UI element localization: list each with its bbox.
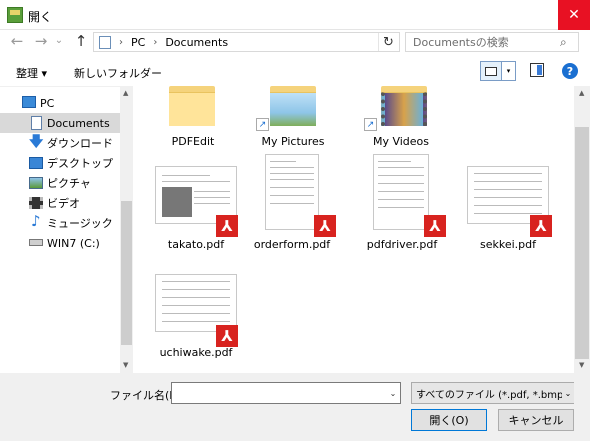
video-icon — [29, 197, 43, 209]
chevron-down-icon[interactable]: ⌄ — [386, 383, 400, 403]
breadcrumb-pc[interactable]: PC — [131, 36, 145, 49]
filetype-select[interactable]: すべてのファイル (*.pdf, *.bmp, *.jp — [411, 382, 574, 404]
scroll-up-icon[interactable]: ▲ — [123, 89, 128, 97]
breadcrumb-documents[interactable]: Documents — [165, 36, 228, 49]
folder-icon — [270, 86, 316, 126]
nav-item-label: Documents — [47, 116, 110, 130]
view-button[interactable] — [480, 61, 502, 81]
search-input[interactable]: Documentsの検索 ⌕ — [405, 32, 579, 52]
search-placeholder: Documentsの検索 — [413, 36, 509, 49]
nav-item-downloads[interactable]: 🡇 ダウンロード — [0, 133, 120, 153]
nav-item-label: WIN7 (C:) — [47, 236, 100, 250]
item-label: My Pictures — [261, 135, 325, 148]
music-note-icon: ♪ — [31, 212, 41, 230]
folder-icon — [381, 86, 427, 126]
pdf-icon: ⅄ — [424, 215, 446, 237]
refresh-button[interactable]: ↻ — [378, 33, 398, 51]
item-label: sekkei.pdf — [479, 238, 536, 251]
desktop-icon — [29, 157, 43, 169]
chevron-right-icon: › — [153, 36, 158, 48]
navigation-pane: PC Documents 🡇 ダウンロード デスクトップ ピクチャ ビデオ ♪ … — [0, 86, 132, 373]
scroll-down-icon[interactable]: ▼ — [579, 361, 584, 369]
pdf-icon: ⅄ — [216, 325, 238, 347]
pdf-icon: ⅄ — [314, 215, 336, 237]
organize-button[interactable]: 整理 ▾ — [16, 65, 47, 81]
forward-button[interactable]: → — [30, 31, 52, 51]
up-button[interactable]: ↑ — [70, 31, 92, 51]
chevron-right-icon: › — [119, 36, 123, 48]
pdf-icon: ⅄ — [216, 215, 238, 237]
drive-icon — [29, 239, 43, 246]
nav-item-drive-c[interactable]: WIN7 (C:) — [0, 233, 120, 253]
nav-item-label: PC — [40, 96, 55, 110]
scroll-down-icon[interactable]: ▼ — [123, 361, 128, 369]
chevron-down-icon[interactable]: ⌄ — [562, 383, 574, 403]
nav-item-pc[interactable]: PC — [0, 93, 120, 113]
nav-item-label: デスクトップ — [47, 157, 113, 170]
download-icon: 🡇 — [29, 134, 44, 150]
nav-item-label: ビデオ — [47, 197, 80, 210]
recent-locations-button[interactable]: ⌄ — [52, 30, 66, 50]
nav-item-label: ピクチャ — [47, 177, 91, 190]
navpane-scroll-thumb[interactable] — [121, 201, 132, 345]
nav-item-pictures[interactable]: ピクチャ — [0, 173, 120, 193]
new-folder-button[interactable]: 新しいフォルダー — [74, 65, 162, 81]
close-button[interactable]: ✕ — [558, 0, 590, 30]
search-icon[interactable]: ⌕ — [560, 35, 578, 50]
pdf-icon: ⅄ — [530, 215, 552, 237]
documents-icon — [31, 116, 42, 130]
preview-pane-button[interactable] — [530, 63, 544, 77]
view-icon — [485, 66, 497, 76]
folder-icon — [169, 86, 215, 126]
nav-item-label: ミュージック — [47, 217, 113, 230]
nav-item-desktop[interactable]: デスクトップ — [0, 153, 120, 173]
content-scroll-thumb[interactable] — [575, 127, 589, 359]
view-dropdown-button[interactable]: ▾ — [502, 61, 516, 81]
pc-icon — [22, 96, 36, 108]
shortcut-arrow-icon: ↗ — [256, 118, 269, 131]
item-label: uchiwake.pdf — [159, 346, 233, 359]
file-list: PDFEdit ↗ My Pictures ↗ My Videos ⅄ taka… — [133, 86, 574, 373]
item-label: pdfdriver.pdf — [366, 238, 438, 251]
pdf-thumbnail — [155, 274, 237, 332]
address-bar[interactable]: › PC › Documents — [93, 32, 400, 52]
help-button[interactable]: ? — [562, 63, 578, 79]
scroll-up-icon[interactable]: ▲ — [579, 89, 584, 97]
item-label: My Videos — [372, 135, 430, 148]
nav-item-videos[interactable]: ビデオ — [0, 193, 120, 213]
open-button[interactable]: 開く(O) — [411, 409, 487, 431]
nav-item-label: ダウンロード — [47, 137, 113, 150]
title-bar — [0, 0, 590, 30]
pdf-thumbnail — [373, 154, 429, 230]
documents-icon — [99, 35, 111, 49]
pdf-thumbnail — [265, 154, 319, 230]
pictures-icon — [29, 177, 43, 189]
window-title: 開く — [28, 10, 53, 24]
shortcut-arrow-icon: ↗ — [364, 118, 377, 131]
item-label: orderform.pdf — [253, 238, 331, 251]
nav-item-music[interactable]: ♪ ミュージック — [0, 213, 120, 233]
nav-item-documents[interactable]: Documents — [0, 113, 120, 133]
back-button[interactable]: ← — [6, 31, 28, 51]
cancel-button[interactable]: キャンセル — [498, 409, 574, 431]
app-icon — [7, 7, 23, 23]
filename-input[interactable] — [171, 382, 401, 404]
